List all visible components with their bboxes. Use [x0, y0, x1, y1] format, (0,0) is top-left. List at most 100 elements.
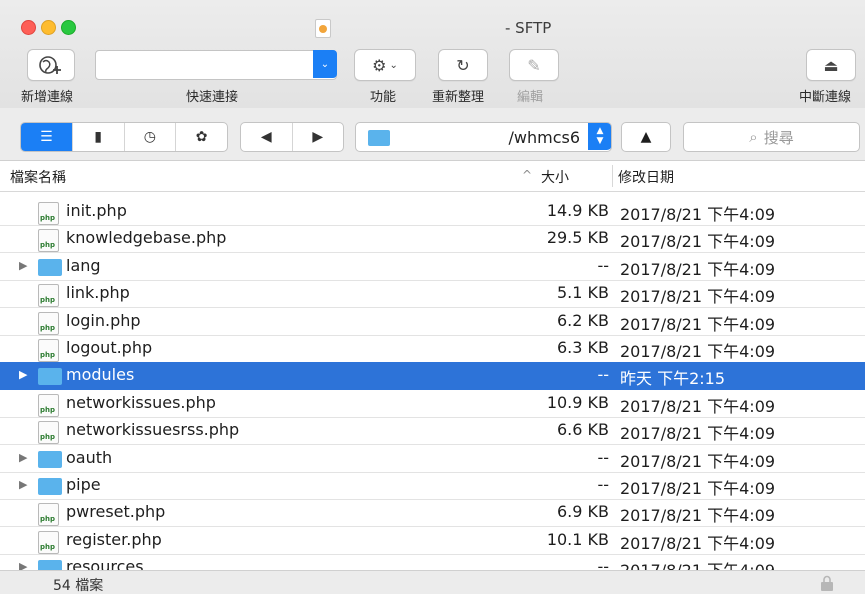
folder-row[interactable]: ▶ modules -- 昨天 下午2:15	[0, 362, 865, 391]
folder-icon	[368, 130, 390, 146]
clock-icon: ◷	[143, 129, 156, 145]
search-input[interactable]: ⌕ 搜尋	[683, 122, 860, 152]
file-name: pwreset.php	[66, 502, 166, 522]
file-modified-date: 2017/8/21 下午4:09	[620, 287, 776, 307]
path-stepper-icon[interactable]: ▲ ▼	[588, 123, 611, 150]
disclosure-triangle-icon[interactable]: ▶	[19, 560, 27, 570]
disclosure-triangle-icon[interactable]: ▶	[19, 368, 27, 381]
file-name: knowledgebase.php	[66, 228, 227, 248]
bonjour-button[interactable]: ✿	[176, 123, 227, 151]
disclosure-triangle-icon[interactable]: ▶	[19, 259, 27, 272]
bookmarks-button[interactable]: ▮	[73, 123, 125, 151]
file-modified-date: 2017/8/21 下午4:09	[620, 451, 776, 471]
file-name: login.php	[66, 310, 141, 330]
folder-icon	[38, 450, 62, 468]
php-file-icon	[38, 421, 59, 445]
file-modified-date: 2017/8/21 下午4:09	[620, 557, 775, 570]
file-name: link.php	[66, 283, 130, 303]
chevron-down-icon[interactable]: ⌄	[313, 50, 337, 78]
file-size: 10.1 KB	[546, 529, 609, 549]
column-header-size[interactable]: 大小	[541, 167, 569, 187]
sort-ascending-icon: ^	[522, 168, 533, 182]
back-forward-segment: ◀ ▶	[240, 122, 344, 152]
minimize-window-button[interactable]	[41, 20, 56, 35]
php-file-icon	[38, 339, 59, 362]
back-button[interactable]: ◀	[241, 123, 293, 151]
folder-row[interactable]: ▶ resources -- 2017/8/21 下午4:09	[0, 554, 865, 570]
file-size: --	[597, 365, 609, 385]
refresh-icon: ↻	[456, 55, 470, 75]
new-connection-label: 新增連線	[21, 90, 74, 105]
chevron-down-icon: ⌄	[389, 59, 398, 71]
disconnect-label: 中斷連線	[799, 90, 852, 105]
php-file-icon	[38, 503, 59, 527]
history-button[interactable]: ◷	[125, 123, 177, 151]
browser-view-button[interactable]: ☰	[21, 123, 73, 151]
path-popup[interactable]: /whmcs6 ▲ ▼	[355, 122, 612, 152]
php-file-icon	[38, 202, 59, 225]
file-row[interactable]: login.php 6.2 KB 2017/8/21 下午4:09	[0, 308, 865, 336]
action-label: 功能	[370, 90, 397, 105]
file-size: 5.1 KB	[557, 283, 609, 303]
back-arrow-icon: ◀	[260, 129, 272, 145]
file-name: pipe	[66, 475, 101, 494]
column-header-date[interactable]: 修改日期	[618, 167, 674, 187]
path-text: /whmcs6	[508, 128, 580, 147]
folder-row[interactable]: ▶ pipe -- 2017/8/21 下午4:09	[0, 472, 865, 500]
file-row[interactable]: knowledgebase.php 29.5 KB 2017/8/21 下午4:09	[0, 225, 865, 254]
column-header-name[interactable]: 檔案名稱	[10, 167, 66, 187]
disconnect-button[interactable]: ⏏	[806, 49, 856, 81]
disclosure-triangle-icon[interactable]: ▶	[19, 451, 27, 464]
list-icon: ☰	[40, 129, 53, 145]
file-size: --	[597, 447, 609, 467]
folder-icon	[38, 258, 62, 276]
pencil-icon: ✎	[527, 55, 541, 75]
bookmark-icon: ▮	[94, 129, 102, 145]
new-connection-button[interactable]	[27, 49, 75, 81]
file-row[interactable]: networkissuesrss.php 6.6 KB 2017/8/21 下午4:…	[0, 417, 865, 446]
file-modified-date: 2017/8/21 下午4:09	[620, 506, 776, 526]
php-file-icon	[38, 311, 59, 335]
document-proxy-icon	[315, 19, 331, 38]
edit-button[interactable]: ✎	[509, 49, 559, 81]
file-name: networkissues.php	[66, 392, 216, 412]
forward-arrow-icon: ▶	[312, 129, 324, 145]
file-size: 10.9 KB	[546, 392, 609, 412]
file-row[interactable]: pwreset.php 6.9 KB 2017/8/21 下午4:09	[0, 499, 865, 528]
folder-icon	[38, 368, 62, 386]
parent-directory-button[interactable]: ▲	[621, 122, 671, 152]
file-size: 29.5 KB	[546, 228, 609, 248]
window-title: - SFTP	[505, 19, 552, 37]
search-icon: ⌕	[749, 128, 758, 146]
column-divider[interactable]	[612, 165, 613, 187]
disclosure-triangle-icon[interactable]: ▶	[19, 478, 27, 491]
action-menu-button[interactable]: ⚙ ⌄	[354, 49, 416, 81]
file-row[interactable]: register.php 10.1 KB 2017/8/21 下午4:09	[0, 527, 865, 555]
sftp-window: - SFTP 新增連線 ⌄ 快速連接 ⚙ ⌄ 功能 ↻ 重新整理 ✎ 編輯 ⏏ …	[0, 0, 865, 594]
zoom-window-button[interactable]	[61, 20, 76, 35]
refresh-button[interactable]: ↻	[438, 49, 488, 81]
file-modified-date: 昨天 下午2:15	[620, 369, 726, 389]
file-size: 14.9 KB	[546, 201, 609, 220]
folder-row[interactable]: ▶ oauth -- 2017/8/21 下午4:09	[0, 445, 865, 473]
gear-icon: ⚙	[372, 55, 387, 75]
file-row[interactable]: networkissues.php 10.9 KB 2017/8/21 下午4:09	[0, 390, 865, 418]
refresh-label: 重新整理	[432, 90, 485, 105]
file-modified-date: 2017/8/21 下午4:09	[620, 342, 776, 361]
file-row[interactable]: link.php 5.1 KB 2017/8/21 下午4:09	[0, 280, 865, 309]
file-size: --	[597, 557, 609, 570]
file-row[interactable]: logout.php 6.3 KB 2017/8/21 下午4:09	[0, 335, 865, 363]
file-list-header: 檔案名稱 ^ 大小 修改日期	[0, 161, 865, 192]
up-arrow-icon: ▲	[640, 129, 652, 145]
file-row[interactable]: init.php 14.9 KB 2017/8/21 下午4:09	[0, 198, 865, 226]
forward-button[interactable]: ▶	[293, 123, 344, 151]
quick-connect-combo[interactable]: ⌄	[95, 50, 337, 80]
php-file-icon	[38, 393, 59, 417]
folder-row[interactable]: ▶ lang -- 2017/8/21 下午4:09	[0, 253, 865, 281]
file-name: register.php	[66, 529, 162, 549]
eject-icon: ⏏	[823, 55, 839, 75]
close-window-button[interactable]	[21, 20, 36, 35]
file-size: 6.6 KB	[557, 420, 609, 440]
folder-icon	[38, 560, 62, 570]
file-size: --	[597, 475, 609, 494]
